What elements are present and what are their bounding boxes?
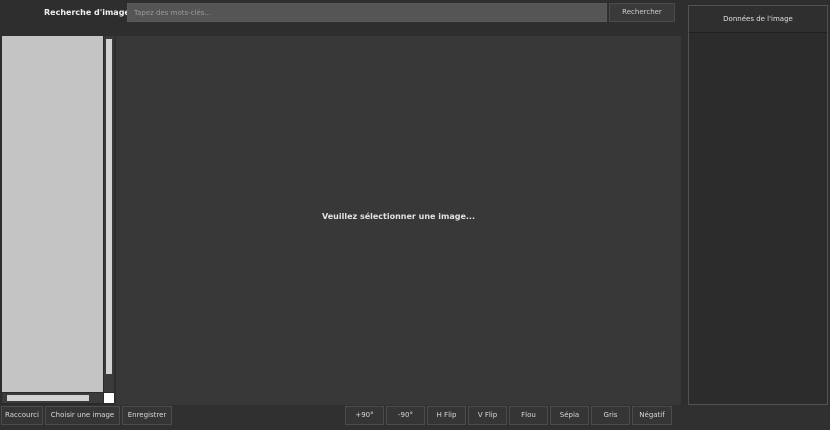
choose-image-button[interactable]: Choisir une image: [45, 406, 120, 425]
grayscale-button[interactable]: Gris: [591, 406, 630, 425]
negative-button[interactable]: Négatif: [632, 406, 672, 425]
details-panel-title: Données de l'image: [689, 6, 827, 33]
shortcut-button[interactable]: Raccourci: [1, 406, 43, 425]
blur-button[interactable]: Flou: [509, 406, 548, 425]
rotate-minus-90-button[interactable]: -90°: [386, 406, 425, 425]
image-list-panel: [1, 36, 114, 405]
bottom-toolbar: Raccourci Choisir une image Enregistrer …: [0, 405, 830, 430]
horizontal-scrollbar[interactable]: [2, 393, 103, 403]
horizontal-scroll-thumb[interactable]: [7, 395, 89, 401]
vertical-flip-button[interactable]: V Flip: [468, 406, 507, 425]
vertical-scroll-thumb[interactable]: [106, 39, 112, 374]
search-button[interactable]: Rechercher: [609, 3, 675, 22]
image-viewer[interactable]: Veuillez sélectionner une image...: [116, 36, 681, 405]
image-details-panel: Données de l'image: [688, 5, 828, 405]
image-list[interactable]: [2, 36, 103, 392]
search-label: Recherche d'image: [44, 8, 130, 17]
rotate-plus-90-button[interactable]: +90°: [345, 406, 384, 425]
save-button[interactable]: Enregistrer: [122, 406, 172, 425]
horizontal-flip-button[interactable]: H Flip: [427, 406, 466, 425]
sepia-button[interactable]: Sépia: [550, 406, 589, 425]
viewer-placeholder-message: Veuillez sélectionner une image...: [321, 212, 476, 221]
vertical-scrollbar[interactable]: [104, 36, 114, 392]
scroll-corner: [104, 393, 114, 403]
search-input[interactable]: [127, 3, 607, 22]
